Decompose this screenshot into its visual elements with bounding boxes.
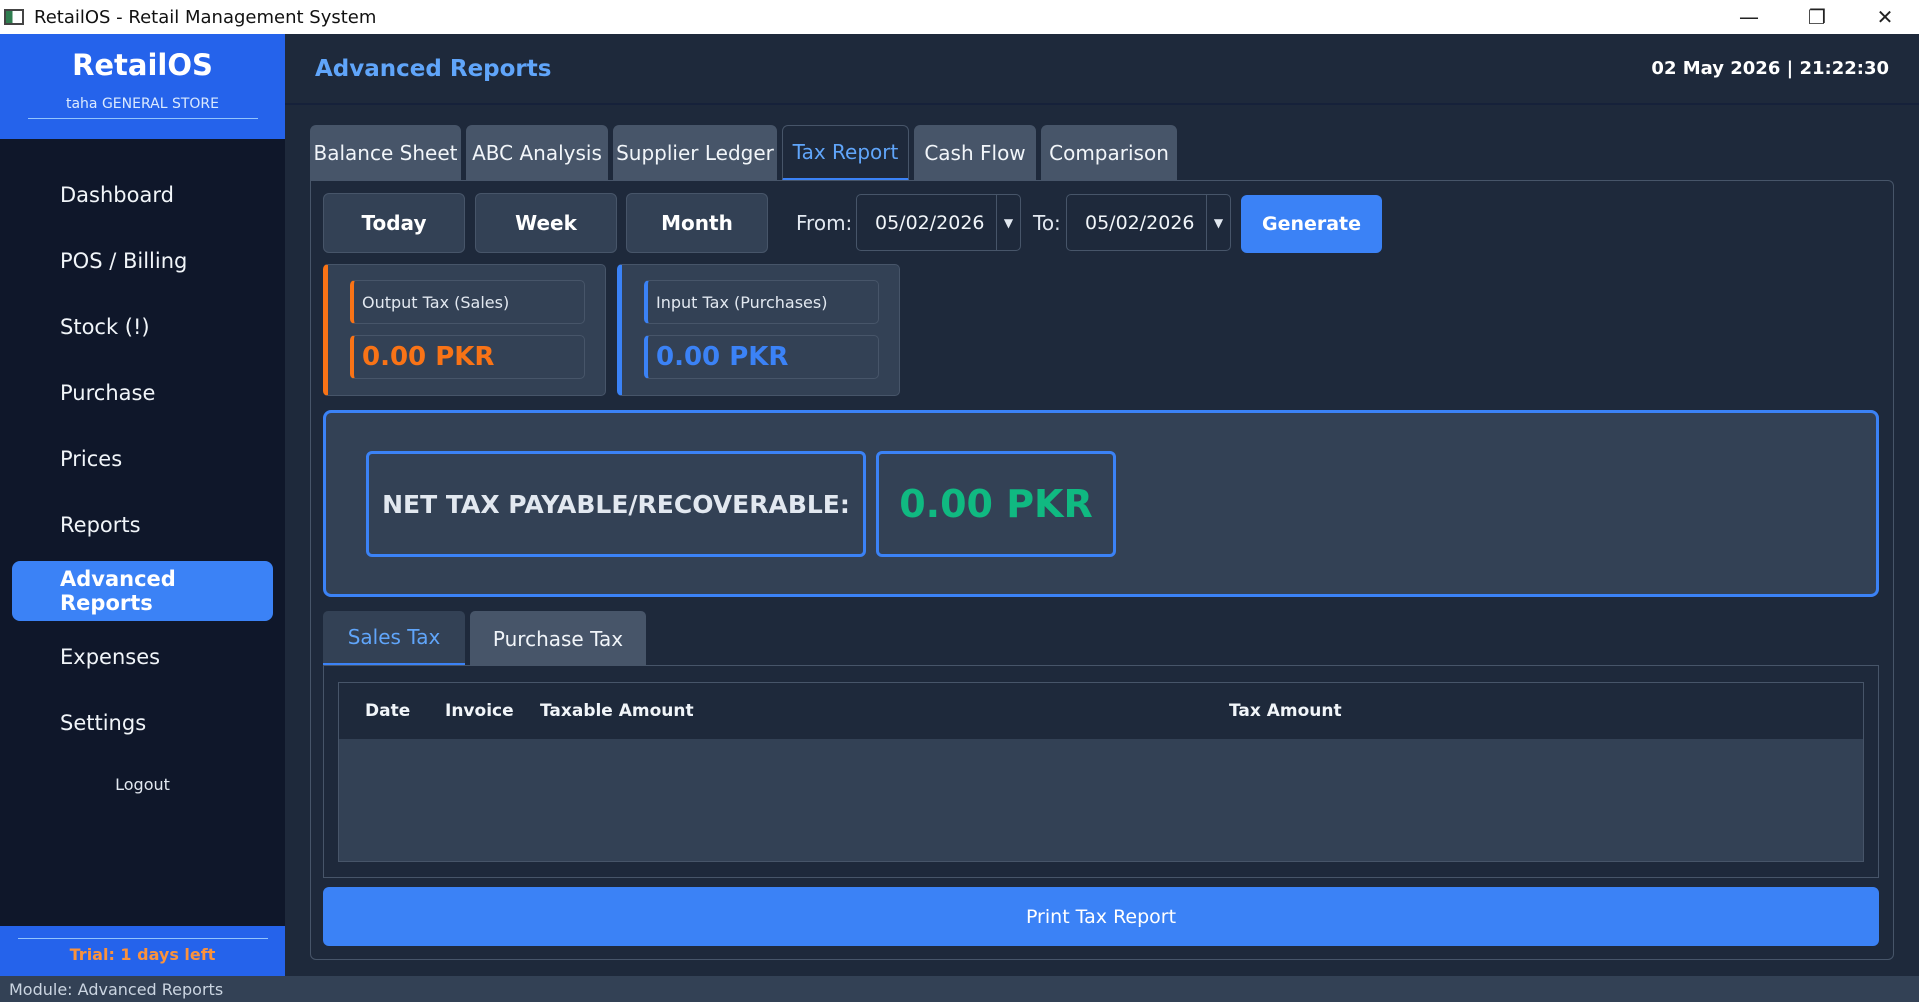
tab-cash-flow[interactable]: Cash Flow xyxy=(914,125,1036,181)
from-date-input[interactable]: 05/02/2026 ▼ xyxy=(856,194,1021,251)
tax-subtabs: Sales Tax Purchase Tax xyxy=(323,611,646,666)
sidebar-item-settings[interactable]: Settings xyxy=(12,693,273,753)
minimize-icon[interactable]: — xyxy=(1715,0,1783,34)
column-date[interactable]: Date xyxy=(365,701,410,721)
sidebar: RetailOS taha GENERAL STORE Dashboard PO… xyxy=(0,34,285,976)
sidebar-item-dashboard[interactable]: Dashboard xyxy=(12,165,273,225)
from-date-value: 05/02/2026 xyxy=(875,211,985,234)
window-titlebar: RetailOS - Retail Management System — ❐ … xyxy=(0,0,1919,34)
chevron-down-icon[interactable]: ▼ xyxy=(1206,195,1230,250)
sidebar-item-pos-billing[interactable]: POS / Billing xyxy=(12,231,273,291)
trial-text: Trial: 1 days left xyxy=(17,938,268,964)
output-tax-label: Output Tax (Sales) xyxy=(350,280,585,324)
status-text: Module: Advanced Reports xyxy=(9,979,224,999)
net-tax-value: 0.00 PKR xyxy=(876,451,1116,557)
column-invoice[interactable]: Invoice xyxy=(445,701,514,721)
store-name: taha GENERAL STORE xyxy=(27,96,258,119)
generate-button[interactable]: Generate xyxy=(1241,195,1382,253)
tab-purchase-tax[interactable]: Purchase Tax xyxy=(470,611,646,666)
window-title: RetailOS - Retail Management System xyxy=(34,6,377,28)
table-header: Date Invoice Taxable Amount Tax Amount xyxy=(339,683,1863,739)
sidebar-item-advanced-reports[interactable]: Advanced Reports xyxy=(12,561,273,621)
input-tax-label: Input Tax (Purchases) xyxy=(644,280,879,324)
output-tax-card: Output Tax (Sales) 0.00 PKR xyxy=(323,264,606,396)
sidebar-item-expenses[interactable]: Expenses xyxy=(12,627,273,687)
tab-supplier-ledger[interactable]: Supplier Ledger xyxy=(613,125,777,181)
week-button[interactable]: Week xyxy=(475,193,617,253)
print-tax-report-button[interactable]: Print Tax Report xyxy=(323,887,1879,946)
trial-banner: Trial: 1 days left xyxy=(0,926,285,976)
input-tax-value: 0.00 PKR xyxy=(644,335,879,379)
status-bar: Module: Advanced Reports xyxy=(0,976,1919,1002)
tax-report-panel: Today Week Month From: 05/02/2026 ▼ To: … xyxy=(310,180,1894,960)
restore-icon[interactable]: ❐ xyxy=(1783,0,1851,34)
brand-block: RetailOS taha GENERAL STORE xyxy=(0,34,285,139)
header-datetime: 02 May 2026 | 21:22:30 xyxy=(1651,58,1889,79)
sidebar-item-purchase[interactable]: Purchase xyxy=(12,363,273,423)
net-tax-label: NET TAX PAYABLE/RECOVERABLE: xyxy=(366,451,866,557)
sidebar-item-prices[interactable]: Prices xyxy=(12,429,273,489)
to-label: To: xyxy=(1033,211,1061,235)
from-label: From: xyxy=(796,211,853,235)
window-controls: — ❐ ✕ xyxy=(1715,0,1919,34)
output-tax-value: 0.00 PKR xyxy=(350,335,585,379)
tab-comparison[interactable]: Comparison xyxy=(1041,125,1177,181)
tax-table-container: Date Invoice Taxable Amount Tax Amount xyxy=(323,665,1879,878)
to-date-input[interactable]: 05/02/2026 ▼ xyxy=(1066,194,1231,251)
column-tax-amount[interactable]: Tax Amount xyxy=(1229,701,1342,721)
page-title: Advanced Reports xyxy=(315,55,552,82)
page-header: Advanced Reports 02 May 2026 | 21:22:30 xyxy=(285,34,1919,105)
main-content: Balance Sheet ABC Analysis Supplier Ledg… xyxy=(285,105,1919,976)
input-tax-card: Input Tax (Purchases) 0.00 PKR xyxy=(617,264,900,396)
report-tabs: Balance Sheet ABC Analysis Supplier Ledg… xyxy=(310,125,1177,181)
today-button[interactable]: Today xyxy=(323,193,465,253)
sidebar-nav: Dashboard POS / Billing Stock (!) Purcha… xyxy=(0,139,285,753)
month-button[interactable]: Month xyxy=(626,193,768,253)
tab-abc-analysis[interactable]: ABC Analysis xyxy=(466,125,608,181)
column-taxable-amount[interactable]: Taxable Amount xyxy=(540,701,694,721)
tab-balance-sheet[interactable]: Balance Sheet xyxy=(310,125,461,181)
tax-table: Date Invoice Taxable Amount Tax Amount xyxy=(338,682,1864,862)
close-icon[interactable]: ✕ xyxy=(1851,0,1919,34)
brand-name: RetailOS xyxy=(72,48,213,82)
sidebar-item-stock[interactable]: Stock (!) xyxy=(12,297,273,357)
tab-sales-tax[interactable]: Sales Tax xyxy=(323,611,465,666)
to-date-value: 05/02/2026 xyxy=(1085,211,1195,234)
app-icon xyxy=(4,9,24,25)
logout-button[interactable]: Logout xyxy=(0,775,285,794)
chevron-down-icon[interactable]: ▼ xyxy=(996,195,1020,250)
sidebar-item-reports[interactable]: Reports xyxy=(12,495,273,555)
tab-tax-report[interactable]: Tax Report xyxy=(782,125,909,181)
net-tax-box: NET TAX PAYABLE/RECOVERABLE: 0.00 PKR xyxy=(323,410,1879,597)
